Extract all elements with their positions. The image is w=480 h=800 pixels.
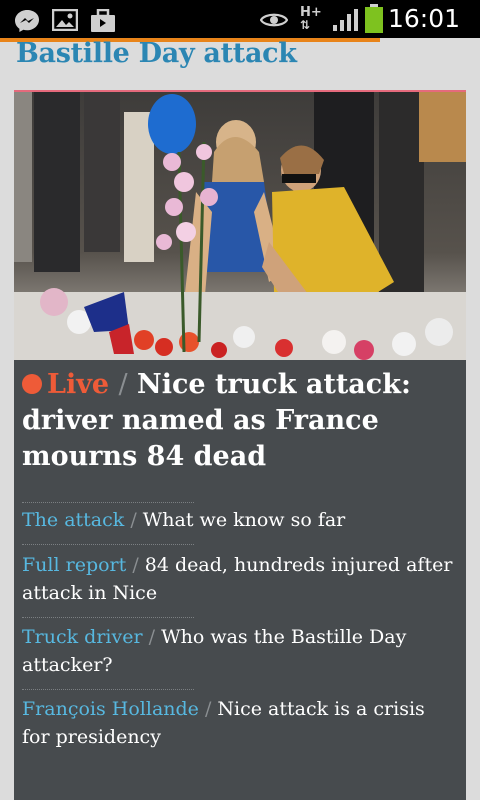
status-bar: H+ ⇅ 16:01	[0, 0, 480, 38]
eye-icon	[259, 11, 289, 33]
lead-story-image[interactable]	[14, 92, 466, 360]
related-kicker: The attack	[22, 509, 125, 531]
section-title[interactable]: Bastille Day attack	[16, 38, 297, 69]
memorial-photo	[14, 92, 466, 360]
related-kicker: Truck driver	[22, 626, 143, 648]
related-divider	[22, 689, 194, 690]
related-divider	[22, 544, 194, 545]
related-separator: /	[148, 626, 156, 648]
headline-separator: /	[118, 369, 128, 400]
battery-icon	[364, 4, 384, 38]
related-kicker: François Hollande	[22, 698, 199, 720]
messenger-icon	[14, 9, 40, 37]
lead-story-card[interactable]: Live / Nice truck attack: driver named a…	[14, 90, 466, 800]
related-separator: /	[204, 698, 212, 720]
related-separator: /	[130, 509, 137, 531]
signal-icon	[332, 8, 360, 36]
related-link-the-attack[interactable]: The attack / What we know so far	[22, 506, 458, 534]
live-indicator-dot	[22, 374, 42, 394]
gallery-icon	[51, 8, 79, 35]
network-type-indicator: H+ ⇅	[300, 5, 322, 32]
briefcase-icon	[90, 8, 116, 37]
related-text: What we know so far	[142, 509, 346, 531]
related-link-full-report[interactable]: Full report / 84 dead, hundreds injured …	[22, 551, 458, 607]
lead-headline[interactable]: Live / Nice truck attack: driver named a…	[22, 367, 458, 475]
live-label: Live	[47, 369, 110, 400]
clock: 16:01	[387, 4, 460, 33]
related-divider	[22, 617, 194, 618]
related-divider	[22, 502, 194, 503]
related-separator: /	[132, 554, 139, 576]
related-kicker: Full report	[22, 554, 127, 576]
related-link-truck-driver[interactable]: Truck driver / Who was the Bastille Day …	[22, 623, 458, 679]
related-link-francois-hollande[interactable]: François Hollande / Nice attack is a cri…	[22, 695, 458, 751]
